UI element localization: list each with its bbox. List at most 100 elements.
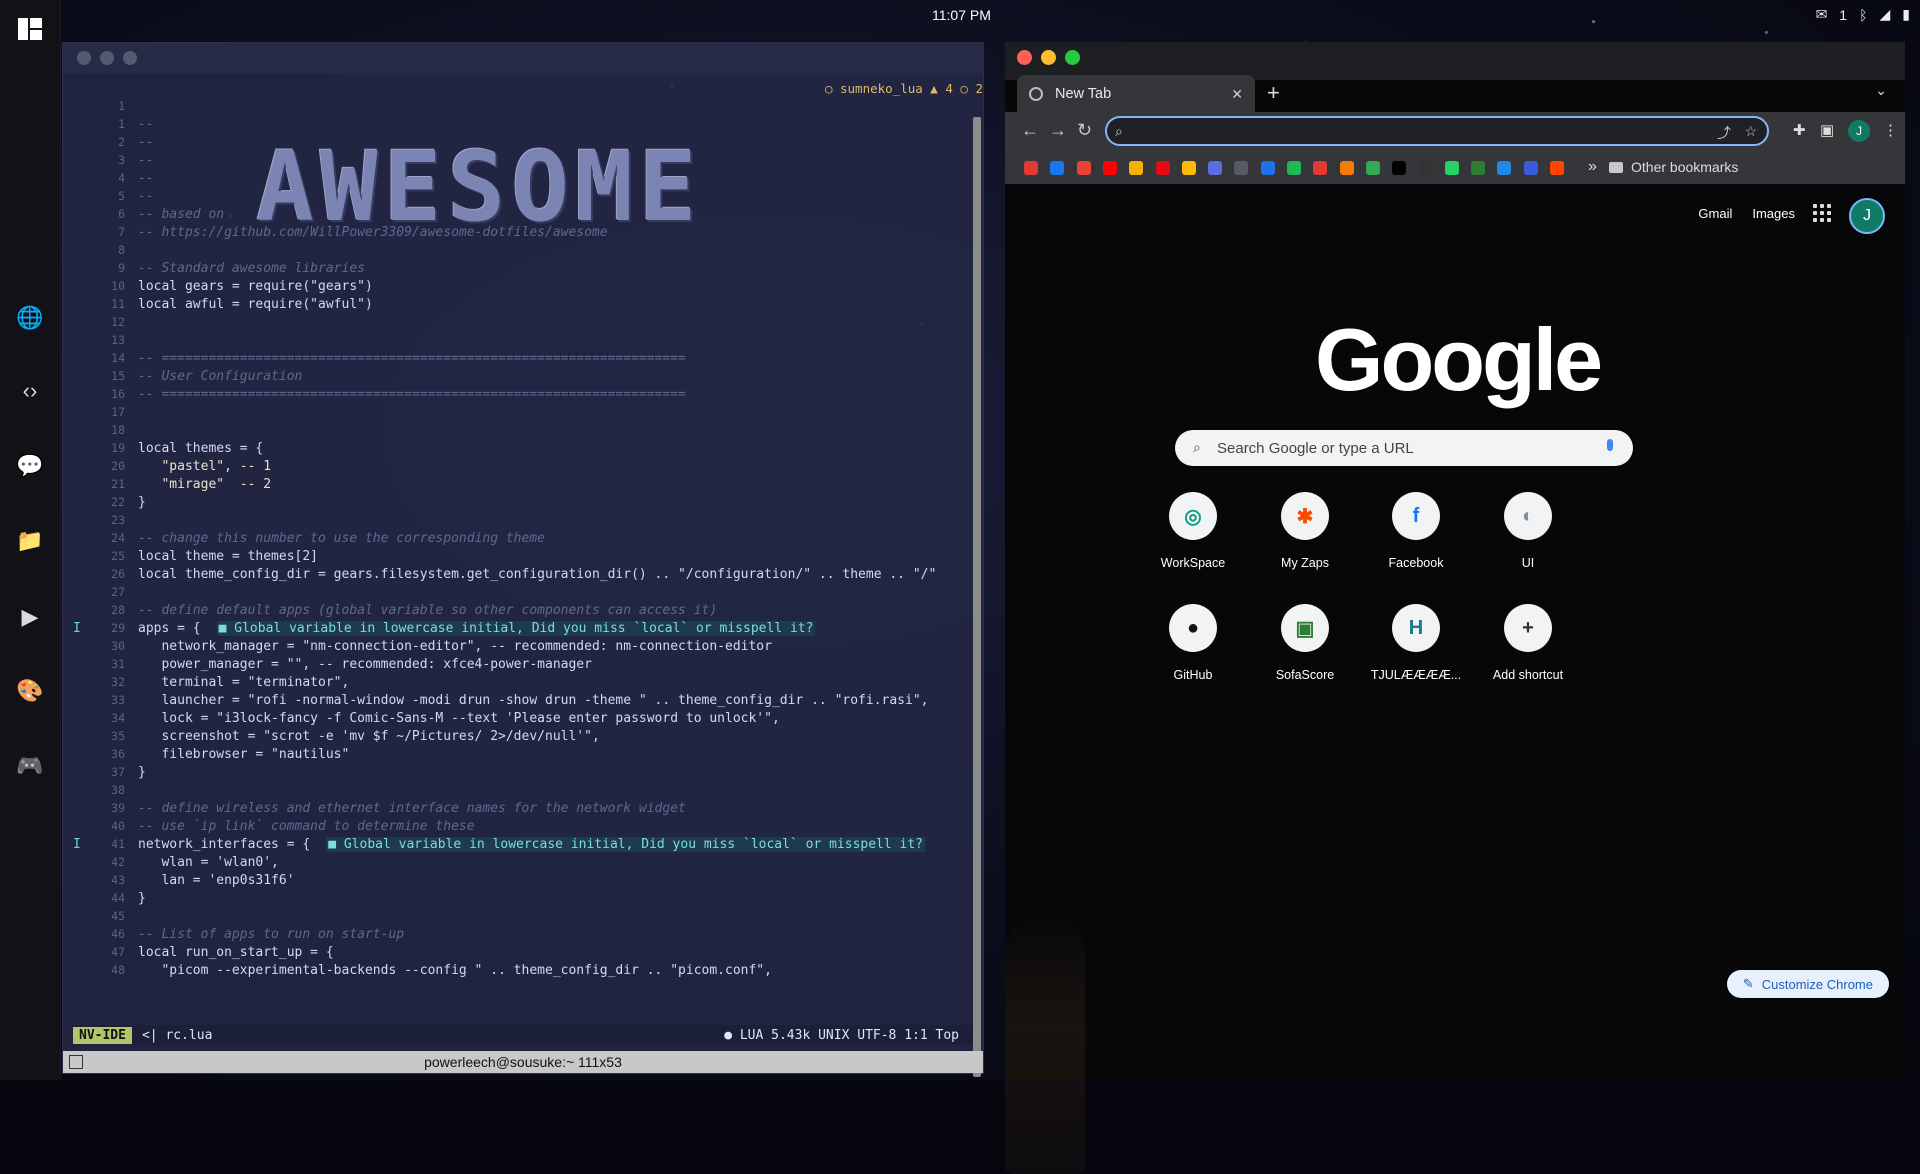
layout-icon[interactable] [18,18,42,40]
close-window-button[interactable] [1017,50,1032,65]
bookmark-favicon-icon[interactable] [1313,161,1328,175]
grid-icon[interactable] [69,1055,83,1069]
reload-icon[interactable]: ↻ [1077,120,1092,141]
shortcut-tile[interactable]: ✱ My Zaps [1250,492,1360,570]
bookmark-favicon-icon[interactable] [1392,161,1407,175]
bookmark-favicon-icon[interactable] [1418,161,1433,175]
bookmark-favicon-icon[interactable] [1471,161,1486,175]
bookmark-favicon-icon[interactable] [1024,161,1038,175]
back-arrow-icon[interactable]: ← [1021,120,1039,141]
code-line: 48 "picom --experimental-backends --conf… [73,961,772,979]
code-icon[interactable]: ‹› [16,377,44,405]
bookmark-favicon-icon[interactable] [1550,161,1564,175]
code-text: "mirage" -- 2 [138,477,272,492]
line-number: 47 [111,945,125,959]
palette-icon[interactable]: 🎨 [16,677,44,705]
more-menu-icon[interactable]: ⋮ [1883,121,1898,139]
images-link[interactable]: Images [1752,206,1795,221]
customize-chrome-button[interactable]: ✎ Customize Chrome [1726,970,1889,998]
bookmark-favicon-icon[interactable] [1287,161,1301,175]
code-line: 9 -- Standard awesome libraries [73,259,365,277]
profile-avatar[interactable]: J [1848,120,1870,142]
bookmark-favicon-icon[interactable] [1155,161,1170,175]
tab-title: New Tab [1055,86,1112,102]
code-editor[interactable]: AWESOME 1 1 -- 2 -- 3 -- 4 -- 5 -- 6 -- based on 7 -- … [73,79,973,1049]
bookmark-favicon-icon[interactable] [1181,161,1196,175]
globe-icon[interactable]: 🌐 [16,304,44,332]
folder-icon[interactable]: 📁 [16,527,44,555]
code-text: local themes = { [138,441,264,456]
microphone-icon[interactable] [1607,439,1613,451]
bookmark-favicon-icon[interactable] [1102,161,1117,175]
bookmark-favicon-icon[interactable] [1234,161,1249,175]
bookmark-favicon-icon[interactable] [1208,161,1223,175]
shortcut-tile[interactable]: H TJULÆÆÆÆ... [1361,604,1471,682]
bookmark-favicon-icon[interactable] [1339,161,1354,175]
side-panel-icon[interactable]: ▣ [1820,121,1834,139]
shortcut-tile[interactable]: f Facebook [1361,492,1471,570]
bookmark-favicon-icon[interactable] [1260,161,1275,175]
code-text: -- change this number to use the corresp… [138,531,545,546]
bookmark-favicon-icon[interactable] [1076,161,1091,175]
wifi-icon[interactable]: ◢ [1880,6,1891,23]
more-bookmarks-icon[interactable]: » [1588,158,1597,176]
shortcut-tile[interactable]: ◎ WorkSpace [1138,492,1248,570]
play-icon[interactable]: ▶ [16,603,44,631]
minimize-window-button[interactable] [100,51,114,65]
apps-grid-icon[interactable] [1813,204,1831,222]
bookmark-favicon-icon[interactable] [1050,161,1065,175]
omnibox[interactable]: ⌕ ⤴ ☆ [1105,116,1769,146]
line-number: 11 [111,297,125,311]
bookmark-favicon-icon[interactable] [1129,161,1144,175]
line-number: 31 [111,657,125,671]
bookmark-favicon-icon[interactable] [1444,161,1459,175]
bluetooth-icon[interactable]: ᛒ [1859,7,1867,23]
shortcut-label: UI [1521,556,1535,570]
shortcut-icon: f [1392,492,1440,540]
line-number: 27 [111,585,125,599]
terminal-scrollbar[interactable] [973,117,981,1077]
shortcut-icon: ✱ [1281,492,1329,540]
close-tab-icon[interactable]: ✕ [1231,86,1243,103]
line-number: 35 [111,729,125,743]
code-text: lan = 'enp0s31f6' [138,873,295,888]
mail-icon[interactable]: ✉ [1816,6,1828,23]
chat-icon[interactable]: 💬 [16,452,44,480]
line-number: 37 [111,765,125,779]
new-tab-button[interactable]: + [1267,80,1280,106]
gamepad-icon[interactable]: 🎮 [16,752,44,780]
code-line: 40 -- use `ip link` command to determine … [73,817,474,835]
code-line: 18 [73,421,138,439]
minimize-window-button[interactable] [1041,50,1056,65]
other-bookmarks[interactable]: Other bookmarks [1609,159,1738,175]
omnibox-input[interactable] [1137,121,1701,143]
maximize-window-button[interactable] [1065,50,1080,65]
customize-chrome-label: Customize Chrome [1761,976,1873,992]
shortcut-tile[interactable]: ◐ UI [1473,492,1583,570]
shortcut-tile[interactable]: ● GitHub [1138,604,1248,682]
extensions-icon[interactable]: ✚ [1793,121,1806,139]
forward-arrow-icon[interactable]: → [1049,120,1067,141]
account-avatar[interactable]: J [1849,198,1885,234]
shortcut-tile[interactable]: ▣ SofaScore [1250,604,1360,682]
shortcut-tile[interactable]: + Add shortcut [1473,604,1583,682]
maximize-window-button[interactable] [123,51,137,65]
code-line: 2 -- [73,133,154,151]
mail-count: 1 [1839,6,1848,23]
diagnostic-message: ■ Global variable in lowercase initial, … [216,621,816,636]
chevron-down-icon[interactable]: ⌄ [1875,82,1887,99]
tab-new-tab[interactable]: New Tab ✕ [1017,75,1255,113]
bookmark-favicon-icon[interactable] [1523,161,1538,175]
battery-icon[interactable]: ▮ [1902,6,1910,23]
chrome-window[interactable]: New Tab ✕ + ⌄ ← → ↻ ⌕ ⤴ ☆ ✚ ▣ J ⋮ » Othe… [1005,42,1905,1174]
ntp-search-box[interactable]: ⌕ Search Google or type a URL [1175,430,1633,466]
star-icon[interactable]: ☆ [1744,123,1757,140]
code-text: wlan = 'wlan0', [138,855,279,870]
gmail-link[interactable]: Gmail [1698,206,1732,221]
bookmark-favicon-icon[interactable] [1497,161,1512,175]
search-icon: ⌕ [1115,123,1123,139]
share-icon[interactable]: ⤴ [1717,123,1731,143]
bookmark-favicon-icon[interactable] [1365,161,1380,175]
terminal-window[interactable]: ○ sumneko_lua ▲ 4 ○ 2 AWESOME 1 1 -- 2 -- 3 --… [62,42,984,1077]
close-window-button[interactable] [77,51,91,65]
